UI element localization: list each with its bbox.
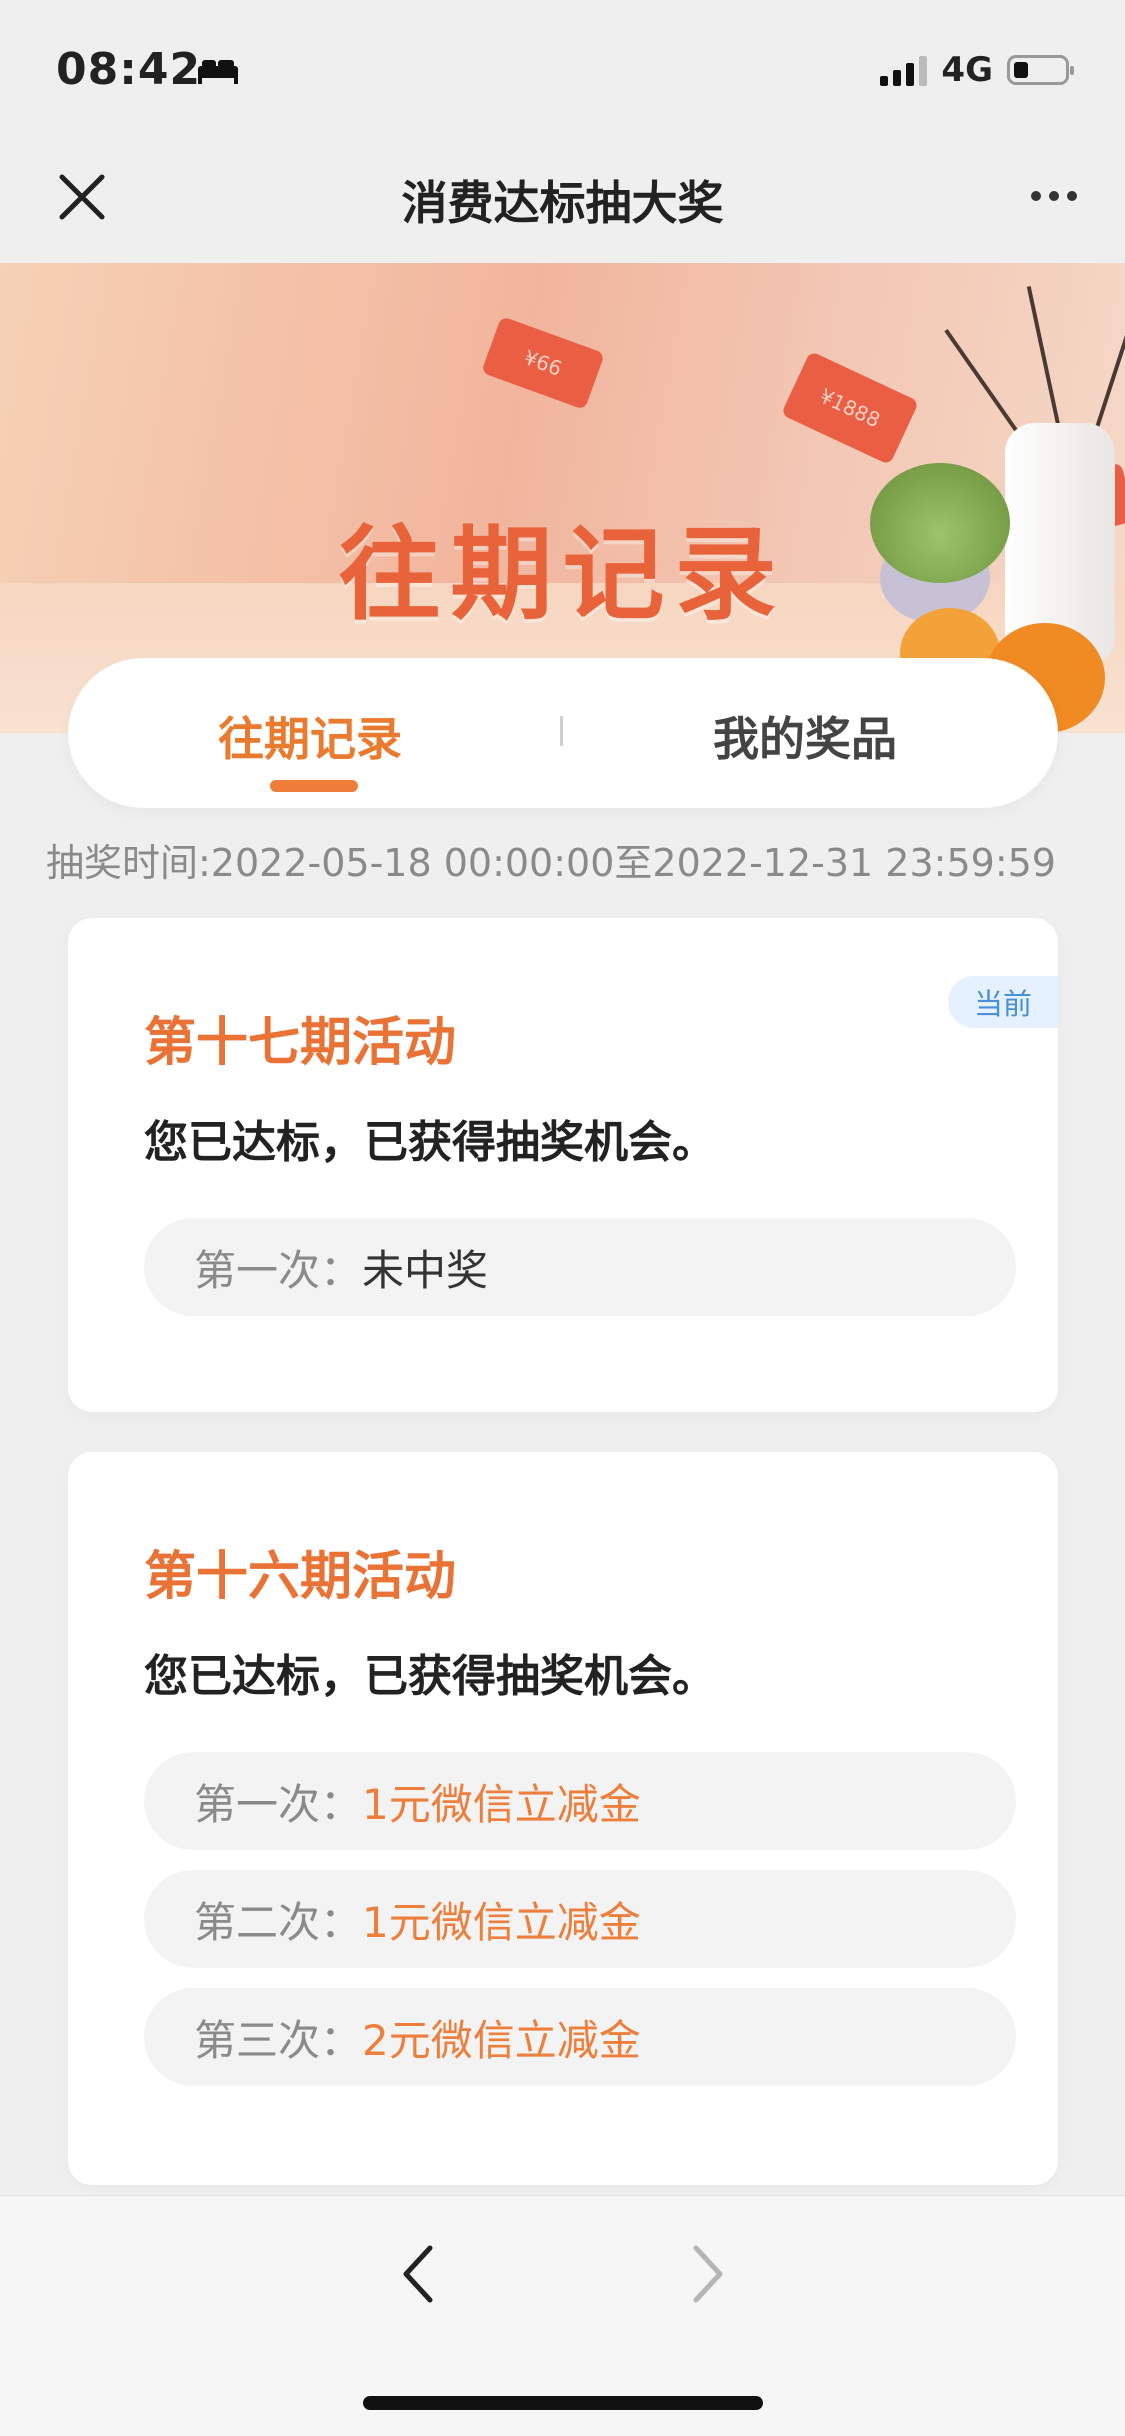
status-time: 08:42 bbox=[56, 44, 202, 95]
banner-title: 往期记录 bbox=[338, 516, 787, 635]
page-title: 消费达标抽大奖 bbox=[401, 176, 724, 230]
draw-result: 2元微信立减金 bbox=[362, 2015, 641, 2065]
lottery-time-range: 抽奖时间:2022-05-18 00:00:00至2022-12-31 23:5… bbox=[46, 841, 1056, 885]
draw-result-row: 第一次： 未中奖 bbox=[144, 1218, 1016, 1316]
draw-label: 第二次： bbox=[194, 1897, 363, 1947]
activity-title: 第十七期活动 bbox=[144, 1013, 457, 1073]
activity-status: 您已达标，已获得抽奖机会。 bbox=[144, 1651, 716, 1702]
battery-icon bbox=[1007, 55, 1074, 85]
draw-result-row: 第二次： 1元微信立减金 bbox=[144, 1870, 1016, 1968]
draw-label: 第一次： bbox=[194, 1779, 363, 1829]
active-tab-indicator bbox=[270, 780, 358, 792]
tab-divider bbox=[560, 716, 563, 746]
activity-status: 您已达标，已获得抽奖机会。 bbox=[144, 1117, 716, 1168]
tab-bar: 往期记录 我的奖品 bbox=[68, 658, 1058, 808]
draw-result: 未中奖 bbox=[362, 1245, 489, 1295]
draw-result-row: 第三次： 2元微信立减金 bbox=[144, 1988, 1016, 2086]
activity-card: 当前 第十七期活动 您已达标，已获得抽奖机会。 第一次： 未中奖 bbox=[68, 918, 1058, 1412]
network-type: 4G bbox=[941, 50, 993, 90]
home-indicator[interactable] bbox=[363, 2396, 763, 2410]
browser-toolbar bbox=[0, 2195, 1125, 2436]
plum-branch bbox=[1026, 286, 1064, 444]
draw-result: 1元微信立减金 bbox=[362, 1897, 641, 1947]
red-envelope-ticket-small: ¥66 bbox=[481, 315, 605, 411]
more-options-icon[interactable] bbox=[1031, 191, 1077, 201]
activity-card: 第十六期活动 您已达标，已获得抽奖机会。 第一次： 1元微信立减金 第二次： 1… bbox=[68, 1452, 1058, 2185]
draw-label: 第三次： bbox=[194, 2015, 363, 2065]
plum-branch bbox=[1090, 299, 1125, 444]
back-arrow-icon[interactable] bbox=[390, 2238, 446, 2310]
draw-result: 1元微信立减金 bbox=[362, 1779, 641, 1829]
activity-title: 第十六期活动 bbox=[144, 1547, 457, 1607]
red-envelope-ticket-large: ¥1888 bbox=[780, 350, 920, 466]
sleep-mode-icon bbox=[198, 60, 238, 84]
draw-label: 第一次： bbox=[194, 1245, 363, 1295]
draw-result-row: 第一次： 1元微信立减金 bbox=[144, 1752, 1016, 1850]
cellular-signal-icon bbox=[880, 54, 928, 86]
forward-arrow-icon[interactable] bbox=[680, 2238, 736, 2310]
status-bar: 08:42 4G bbox=[0, 0, 1125, 135]
tab-my-prizes[interactable]: 我的奖品 bbox=[713, 703, 897, 769]
current-badge: 当前 bbox=[948, 976, 1058, 1028]
navigation-bar: 消费达标抽大奖 bbox=[0, 135, 1125, 263]
tab-past-records[interactable]: 往期记录 bbox=[218, 703, 402, 769]
